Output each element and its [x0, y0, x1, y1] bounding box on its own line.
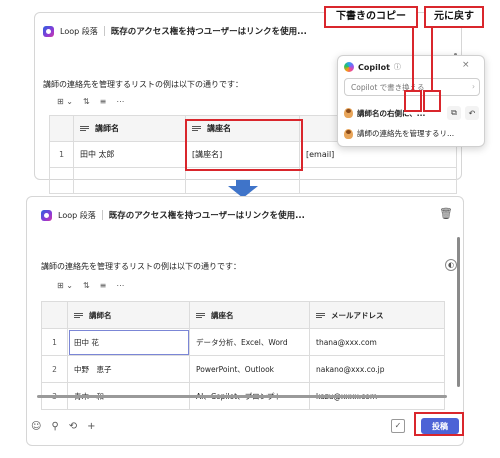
copy-draft-icon[interactable]: ⧉: [447, 106, 461, 120]
callout-line-copy: [412, 24, 414, 90]
row-number: [49, 167, 74, 194]
schedule-icon[interactable]: ✓: [391, 419, 405, 433]
user-avatar: [344, 128, 353, 139]
vertical-scrollbar[interactable]: [457, 237, 460, 387]
loop-component-icon[interactable]: ⟲: [69, 421, 77, 432]
row-number: 1: [41, 328, 68, 356]
header-separator: [103, 26, 105, 36]
column-header-instructor[interactable]: 講師名: [73, 115, 186, 142]
loop-app-label: Loop 段落: [60, 26, 98, 36]
table-row: 2 中野 恵子 PowerPoint、Outlook nakano@xxx.co…: [41, 355, 445, 383]
table-cell[interactable]: PowerPoint、Outlook: [189, 355, 310, 383]
highlight-post-button: [414, 412, 464, 436]
compose-toolbar: ☺ ⚲ ⟲ +: [31, 421, 96, 432]
close-icon[interactable]: ×: [462, 60, 470, 70]
callout-copy-draft: 下書きのコピー: [324, 6, 418, 28]
table-grid-icon[interactable]: ⊞ ⌄: [57, 97, 73, 106]
column-header-instructor[interactable]: 講師名: [67, 301, 190, 329]
intro-text: 講師の連絡先を管理するリストの例は以下の通りです：: [41, 262, 241, 271]
loop-icon: [43, 25, 54, 37]
copilot-header: Copilot ⓘ: [344, 62, 401, 72]
add-icon[interactable]: +: [87, 421, 95, 432]
loop-icon: [41, 209, 52, 221]
highlight-undo-button: [423, 90, 441, 112]
row-number: 1: [49, 141, 74, 168]
callout-undo: 元に戻す: [424, 6, 484, 28]
info-icon[interactable]: ⓘ: [394, 62, 401, 72]
copilot-history-item-2[interactable]: 講師の連絡先を管理するリ...: [344, 128, 482, 139]
table-cell-selected[interactable]: 田中 花: [67, 328, 190, 356]
more-icon[interactable]: ⋯: [116, 97, 124, 106]
table-header-row: 講師名 講座名 メールアドレス: [41, 301, 445, 329]
emoji-icon[interactable]: ☺: [31, 421, 41, 432]
copilot-icon: [344, 62, 354, 72]
undo-icon[interactable]: ↶: [465, 106, 479, 120]
text-column-icon: [80, 125, 89, 132]
column-header-course[interactable]: 講座名: [189, 301, 310, 329]
header-separator: [101, 210, 103, 220]
callout-line-undo: [431, 24, 433, 90]
trash-icon[interactable]: 🗑: [439, 207, 453, 220]
intro-text: 講師の連絡先を管理するリストの例は以下の通りです：: [43, 80, 243, 89]
doc-title[interactable]: 既存のアクセス権を持つユーザーはリンクを使用...: [109, 209, 305, 221]
bottom-header: Loop 段落 既存のアクセス権を持つユーザーはリンクを使用...: [41, 209, 305, 221]
table-cell[interactable]: データ分析、Excel、Word: [189, 328, 310, 356]
table-cell[interactable]: [73, 167, 186, 194]
bottom-table: 講師名 講座名 メールアドレス 1 田中 花 データ分析、Excel、Word …: [41, 301, 445, 410]
table-cell[interactable]: nakano@xxx.co.jp: [309, 355, 445, 383]
table-grid-icon[interactable]: ⊞ ⌄: [57, 281, 73, 290]
doc-title[interactable]: 既存のアクセス権を持つユーザーはリンクを使用...: [111, 25, 307, 37]
text-column-icon: [316, 312, 325, 319]
row-num-header: [41, 301, 68, 329]
send-icon[interactable]: ›: [472, 82, 475, 91]
sort-icon[interactable]: ⇅: [83, 281, 90, 290]
user-avatar: [344, 108, 353, 118]
highlight-course-column: [185, 119, 303, 171]
table-cell[interactable]: 田中 太郎: [73, 141, 186, 168]
table-cell[interactable]: 中野 恵子: [67, 355, 190, 383]
table-toolbar: ⊞ ⌄ ⇅ ≡ ⋯: [57, 281, 124, 290]
sticker-icon[interactable]: ⚲: [51, 421, 58, 432]
text-column-icon: [196, 312, 205, 319]
copilot-side-icon[interactable]: ◐: [445, 259, 457, 271]
bottom-loop-panel: Loop 段落 既存のアクセス権を持つユーザーはリンクを使用... 🗑 講師の連…: [26, 196, 464, 446]
top-header: Loop 段落 既存のアクセス権を持つユーザーはリンクを使用...: [43, 25, 307, 37]
table-cell[interactable]: [299, 167, 457, 194]
more-icon[interactable]: ⋯: [116, 281, 124, 290]
text-column-icon: [74, 312, 83, 319]
table-toolbar: ⊞ ⌄ ⇅ ≡ ⋯: [57, 97, 124, 106]
filter-icon[interactable]: ≡: [100, 97, 107, 106]
row-num-header: [49, 115, 74, 142]
table-row: 1 田中 花 データ分析、Excel、Word thana@xxx.com: [41, 328, 445, 356]
copilot-title: Copilot: [358, 62, 390, 72]
sort-icon[interactable]: ⇅: [83, 97, 90, 106]
row-number: 2: [41, 355, 68, 383]
column-header-email[interactable]: メールアドレス: [309, 301, 445, 329]
top-loop-panel: Loop 段落 既存のアクセス権を持つユーザーはリンクを使用... 講師の連絡先…: [34, 12, 485, 194]
horizontal-scrollbar[interactable]: [37, 395, 447, 398]
filter-icon[interactable]: ≡: [100, 281, 107, 290]
table-cell[interactable]: thana@xxx.com: [309, 328, 445, 356]
loop-app-label: Loop 段落: [58, 210, 96, 220]
highlight-copy-button: [404, 90, 422, 112]
